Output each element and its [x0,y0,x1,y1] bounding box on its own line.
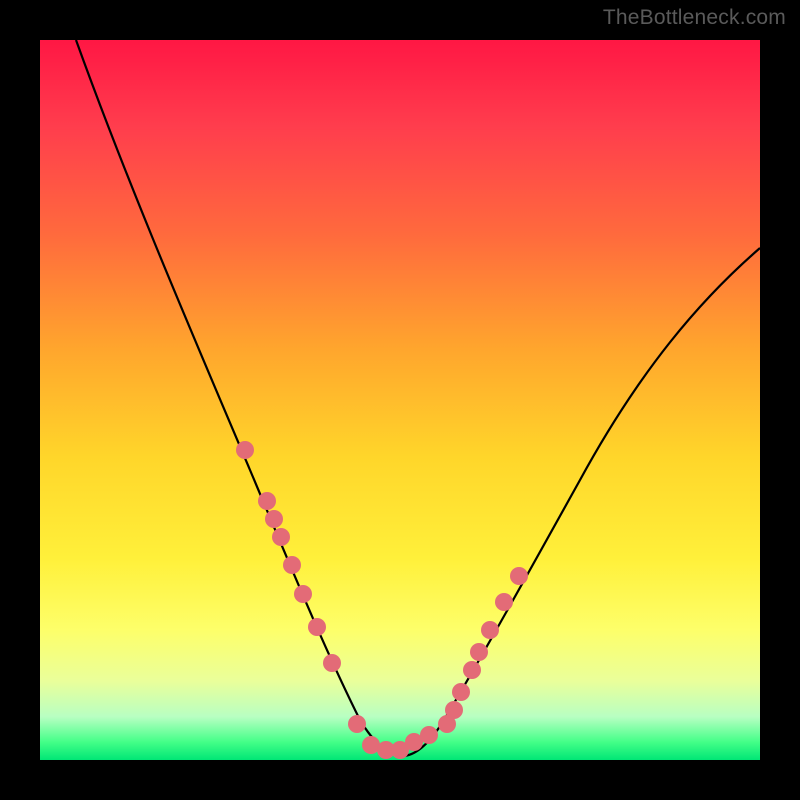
data-dot [294,585,312,603]
data-dot [348,715,366,733]
data-dot [323,654,341,672]
data-dot [481,621,499,639]
plot-area [40,40,760,760]
data-dot [463,661,481,679]
data-dot [495,593,513,611]
watermark-text: TheBottleneck.com [603,6,786,30]
bottleneck-curve [76,40,760,756]
data-dot [510,567,528,585]
data-dot [445,701,463,719]
data-dot [283,556,301,574]
data-dot [265,510,283,528]
data-dot [272,528,290,546]
data-dot [308,618,326,636]
data-dot [452,683,470,701]
bottleneck-curve-svg [40,40,760,760]
data-dot [470,643,488,661]
data-dot [236,441,254,459]
data-dot [258,492,276,510]
data-dot [420,726,438,744]
chart-frame: TheBottleneck.com [0,0,800,800]
